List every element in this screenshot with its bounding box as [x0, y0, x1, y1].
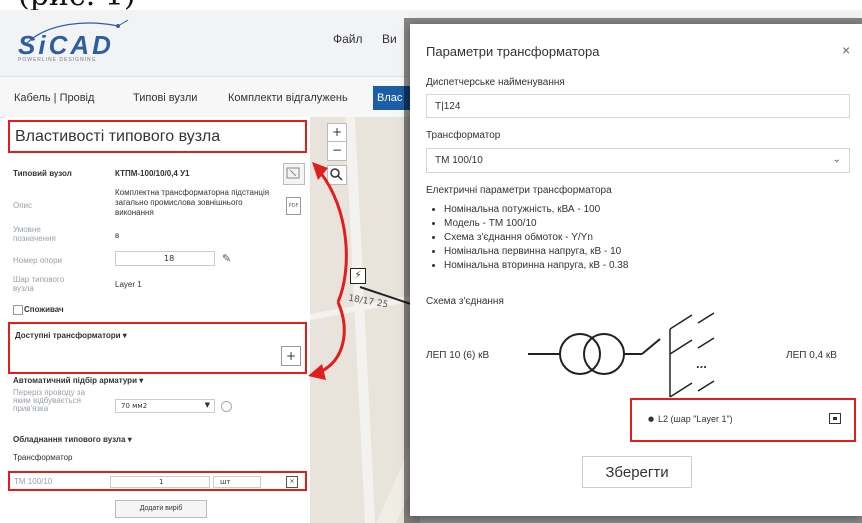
dialog-title: Параметри трансформатора — [426, 44, 600, 59]
bullet-icon: ● — [648, 415, 655, 423]
param-power: Номінальна потужність, кВА - 100 — [444, 203, 844, 217]
remove-line-icon[interactable] — [829, 413, 841, 424]
left-line-label: ЛЕП 10 (6) кВ — [426, 350, 490, 361]
connection-scheme-diagram — [528, 312, 715, 398]
line-item-highlight: ● L2 (шар "Layer 1") — [630, 398, 856, 442]
transformer-select[interactable]: ТМ 100/10 ⌄ — [426, 148, 850, 173]
param-model: Модель - ТМ 100/10 — [444, 217, 844, 231]
right-line-label: ЛЕП 0,4 кВ — [786, 350, 837, 361]
params-list: Номінальна потужність, кВА - 100 Модель … — [430, 203, 844, 273]
close-icon[interactable]: × — [842, 42, 850, 58]
line-item-label: L2 (шар "Layer 1") — [658, 414, 733, 424]
chevron-down-icon: ⌄ — [832, 154, 841, 165]
arrow-to-add-button — [319, 301, 346, 374]
arrow-head — [308, 364, 326, 380]
save-button[interactable]: Зберегти — [582, 456, 692, 488]
param-winding-scheme: Схема з'єднання обмоток - Y/Yn — [444, 231, 844, 245]
dispatch-name-label: Диспетчерське найменування — [426, 77, 565, 88]
dispatch-name-input[interactable]: Т|124 — [426, 94, 850, 118]
scheme-label: Схема з'єднання — [426, 296, 504, 307]
transformer-label: Трансформатор — [426, 130, 501, 141]
more-outputs-ellipsis: ... — [696, 356, 707, 371]
transformer-params-dialog: Параметри трансформатора × Диспетчерське… — [410, 24, 862, 516]
param-secondary-voltage: Номінальна вторинна напруга, кВ - 0.38 — [444, 259, 844, 273]
elec-params-title: Електричні параметри трансформатора — [426, 185, 612, 196]
param-primary-voltage: Номінальна первинна напруга, кВ - 10 — [444, 245, 844, 259]
arrow-to-node-icon — [318, 171, 348, 303]
